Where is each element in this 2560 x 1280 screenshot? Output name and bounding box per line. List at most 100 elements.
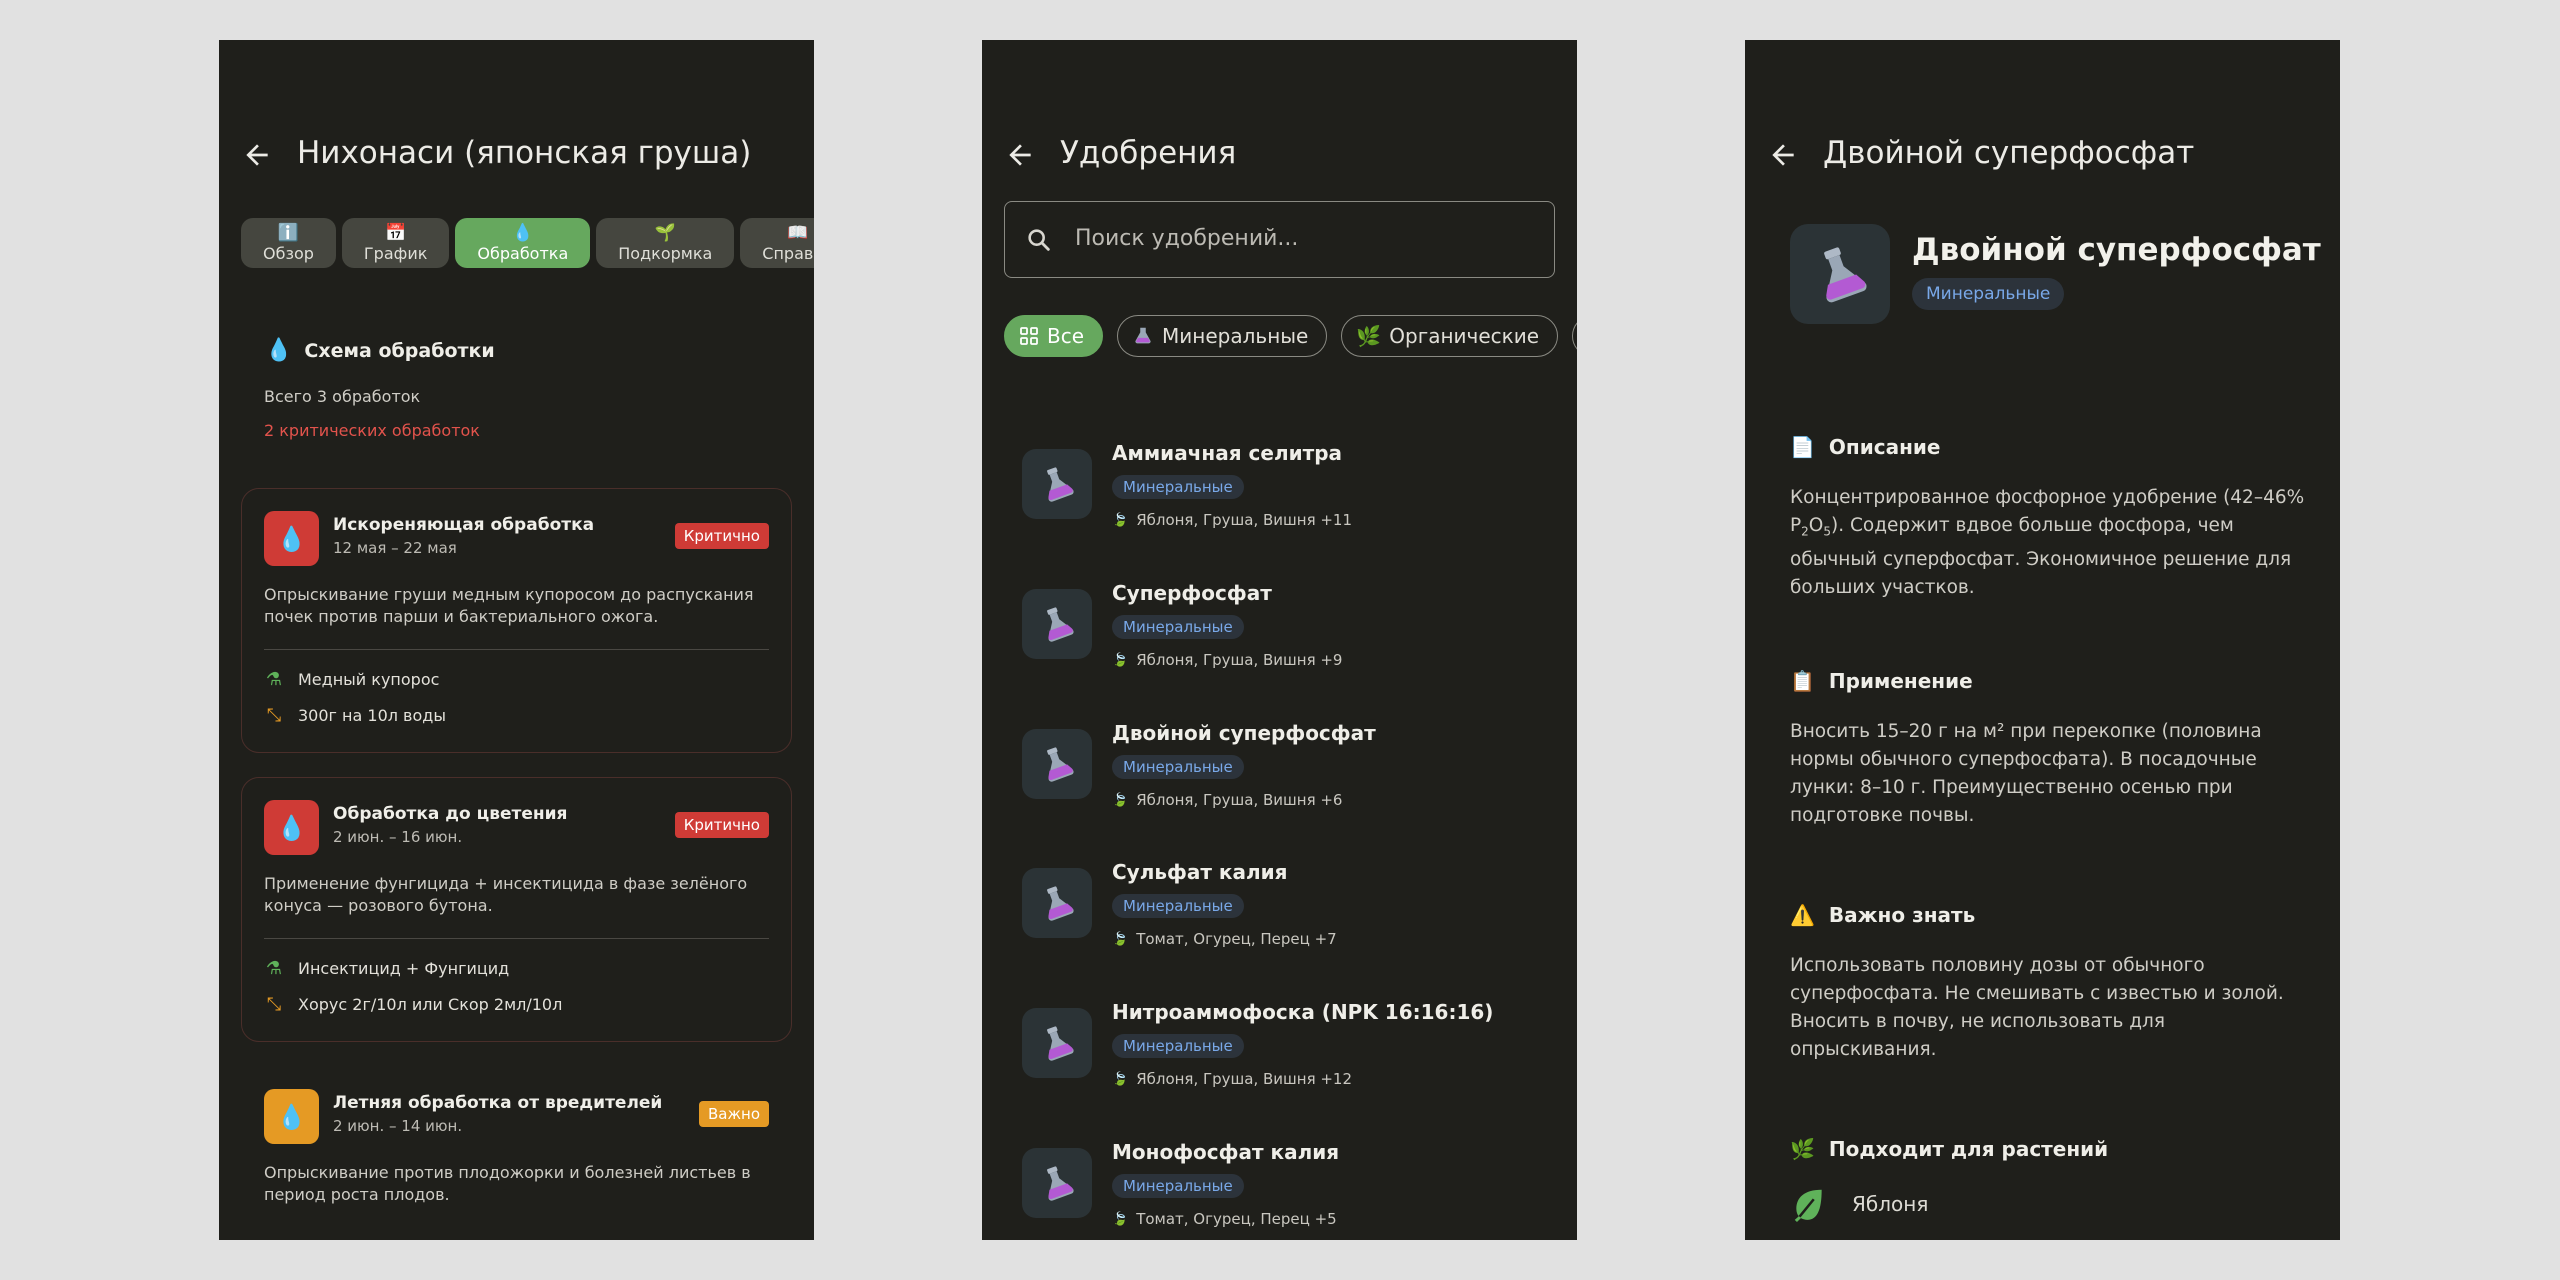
leaf-icon: 🍃: [1112, 931, 1129, 947]
document-icon: 📄: [1790, 435, 1815, 459]
section-important-title: ⚠️ Важно знать: [1790, 903, 1975, 927]
chip-label: Все: [1047, 324, 1085, 348]
treatment-dates: 2 июн. – 14 июн.: [333, 1117, 463, 1135]
flask-icon: ⚗: [265, 958, 283, 979]
section-title: Подходит для растений: [1828, 1137, 2109, 1161]
section-title: Описание: [1828, 435, 1941, 459]
leaf-icon: 🍃: [1112, 1071, 1129, 1087]
dose-row: ⤡ Хорус 2г/10л или Скор 2мл/10л: [264, 994, 563, 1015]
category-tag: Минеральные: [1112, 475, 1244, 499]
flask-icon: [1022, 1008, 1092, 1078]
list-item[interactable]: Аммиачная селитра Минеральные 🍃 Яблоня, Гру…: [1004, 429, 1555, 567]
treatment-card[interactable]: 💧 Обработка до цветения 2 июн. – 16 июн.…: [241, 777, 792, 1042]
scheme-heading: 💧 Схема обработки: [265, 338, 495, 363]
back-arrow-icon[interactable]: [1767, 139, 1799, 171]
droplet-icon: 💧: [265, 338, 293, 363]
filter-chip-more[interactable]: 🚀: [1572, 315, 1577, 357]
app-bar: Удобрения: [982, 125, 1577, 185]
grid-icon: [1020, 327, 1038, 345]
page-title: Нихонаси (японская груша): [297, 135, 752, 171]
fertilizer-name: Аммиачная селитра: [1112, 441, 1343, 465]
treatment-name: Летняя обработка от вредителей: [333, 1093, 663, 1113]
divider: [264, 938, 769, 939]
treatment-card[interactable]: 💧 Искореняющая обработка 12 мая – 22 мая…: [241, 488, 792, 753]
screen-fertilizers: Удобрения Поиск удобрений... Все Минерал…: [982, 40, 1577, 1240]
plants-row: 🍃 Яблоня, Груша, Вишня +9: [1112, 651, 1342, 669]
search-input[interactable]: Поиск удобрений...: [1004, 201, 1555, 278]
product-name: Медный купорос: [298, 670, 440, 689]
flask-icon: [1022, 729, 1092, 799]
category-tag: Минеральные: [1112, 894, 1244, 918]
section-description-title: 📄 Описание: [1790, 435, 1941, 459]
plants-row: 🍃 Томат, Огурец, Перец +7: [1112, 930, 1337, 948]
treatment-dates: 2 июн. – 16 июн.: [333, 828, 463, 846]
filter-chips: Все Минеральные 🌿 Органические 🚀: [1004, 315, 1577, 357]
plants-row: 🍃 Яблоня, Груша, Вишня +6: [1112, 791, 1342, 809]
tab-treatment[interactable]: 💧 Обработка: [455, 218, 591, 268]
screen-fertilizer-detail: Двойной суперфосфат Двойной суперфосфат …: [1745, 40, 2340, 1240]
tab-reference[interactable]: 📖Справка: [740, 218, 814, 268]
plant-item[interactable]: Яблоня: [1790, 1185, 1928, 1223]
filter-chip-all[interactable]: Все: [1004, 315, 1104, 357]
section-description-body: Концентрированное фосфорное удобрение (4…: [1790, 484, 2310, 602]
leaf-icon: 🍃: [1112, 1211, 1129, 1227]
scheme-critical-count: 2 критических обработок: [264, 421, 480, 440]
status-badge: Критично: [674, 523, 769, 549]
category-tag: Минеральные: [1112, 615, 1244, 639]
filter-chip-organic[interactable]: 🌿 Органические: [1341, 315, 1559, 357]
list-item[interactable]: Двойной суперфосфат Минеральные 🍃 Яблоня, Г…: [1004, 709, 1555, 847]
tab-label: Обработка: [477, 243, 569, 263]
filter-chip-mineral[interactable]: Минеральные: [1117, 315, 1328, 357]
tab-label: График: [363, 243, 428, 263]
page-title: Удобрения: [1060, 135, 1237, 171]
tab-schedule[interactable]: 📅 График: [341, 218, 450, 268]
search-placeholder: Поиск удобрений...: [1075, 226, 1299, 251]
category-tag: Минеральные: [1912, 278, 2065, 310]
tab-overview[interactable]: ℹ️ Обзор: [241, 218, 336, 268]
flask-icon: [1022, 868, 1092, 938]
fertilizer-name: Нитроаммофоска (NPK 16:16:16): [1112, 1000, 1494, 1024]
product-name: Инсектицид + Фунгицид: [298, 959, 510, 978]
resize-arrows-icon: ⤡: [266, 994, 282, 1015]
treatment-card[interactable]: 💧 Летняя обработка от вредителей 2 июн. …: [241, 1066, 792, 1240]
list-item[interactable]: Сульфат калия Минеральные 🍃 Томат, Огурец, …: [1004, 848, 1555, 986]
tab-feeding[interactable]: 🌱 Подкормка: [596, 218, 735, 268]
section-plants-title: 🌿 Подходит для растений: [1790, 1137, 2108, 1161]
leaf-icon: 🌿: [1356, 324, 1382, 348]
droplet-icon: 💧: [264, 511, 319, 566]
fertilizer-name: Двойной суперфосфат: [1112, 721, 1376, 745]
flask-icon: ⚗: [265, 669, 283, 690]
info-icon: ℹ️: [277, 222, 300, 243]
back-arrow-icon[interactable]: [241, 139, 273, 171]
plants-text: Яблоня, Груша, Вишня +12: [1136, 1070, 1353, 1088]
section-title: Важно знать: [1828, 903, 1976, 927]
chip-label: Минеральные: [1162, 324, 1309, 348]
list-item[interactable]: Монофосфат калия Минеральные 🍃 Томат, Огуре…: [1004, 1128, 1555, 1240]
fertilizer-name: Двойной суперфосфат: [1912, 232, 2321, 268]
fertilizer-name: Монофосфат калия: [1112, 1140, 1340, 1164]
resize-arrows-icon: ⤡: [266, 705, 282, 726]
scheme-total: Всего 3 обработок: [264, 387, 421, 406]
treatment-description: Опрыскивание груши медным купоросом до р…: [264, 585, 754, 626]
plants-row: 🍃 Яблоня, Груша, Вишня +11: [1112, 511, 1352, 529]
list-item[interactable]: Нитроаммофоска (NPK 16:16:16) Минеральные…: [1004, 988, 1555, 1126]
treatment-description: Применение фунгицида + инсектицида в фаз…: [264, 874, 748, 915]
product-row: ⚗ Инсектицид + Фунгицид: [264, 958, 509, 979]
droplet-icon: 💧: [264, 800, 319, 855]
tab-label: Обзор: [263, 243, 314, 263]
dose-row: ⤡ 300г на 10л воды: [264, 705, 446, 726]
flask-icon: [1790, 224, 1890, 324]
fertilizer-name: Сульфат калия: [1112, 860, 1288, 884]
leaf-icon: 🍃: [1112, 512, 1129, 528]
calendar-icon: 📅: [385, 222, 407, 243]
leaf-icon: 🍃: [1112, 652, 1129, 668]
plants-text: Яблоня, Груша, Вишня +6: [1136, 791, 1343, 809]
tab-label: Подкормка: [618, 243, 713, 263]
flask-icon: [1135, 327, 1151, 344]
leaf-icon: [1794, 1189, 1822, 1223]
list-item[interactable]: Суперфосфат Минеральные 🍃 Яблоня, Груша, Ви…: [1004, 569, 1555, 707]
treatment-dates: 12 мая – 22 мая: [333, 539, 457, 557]
plants-text: Томат, Огурец, Перец +5: [1136, 1210, 1337, 1228]
treatment-name: Обработка до цветения: [333, 804, 568, 824]
back-arrow-icon[interactable]: [1004, 139, 1036, 171]
